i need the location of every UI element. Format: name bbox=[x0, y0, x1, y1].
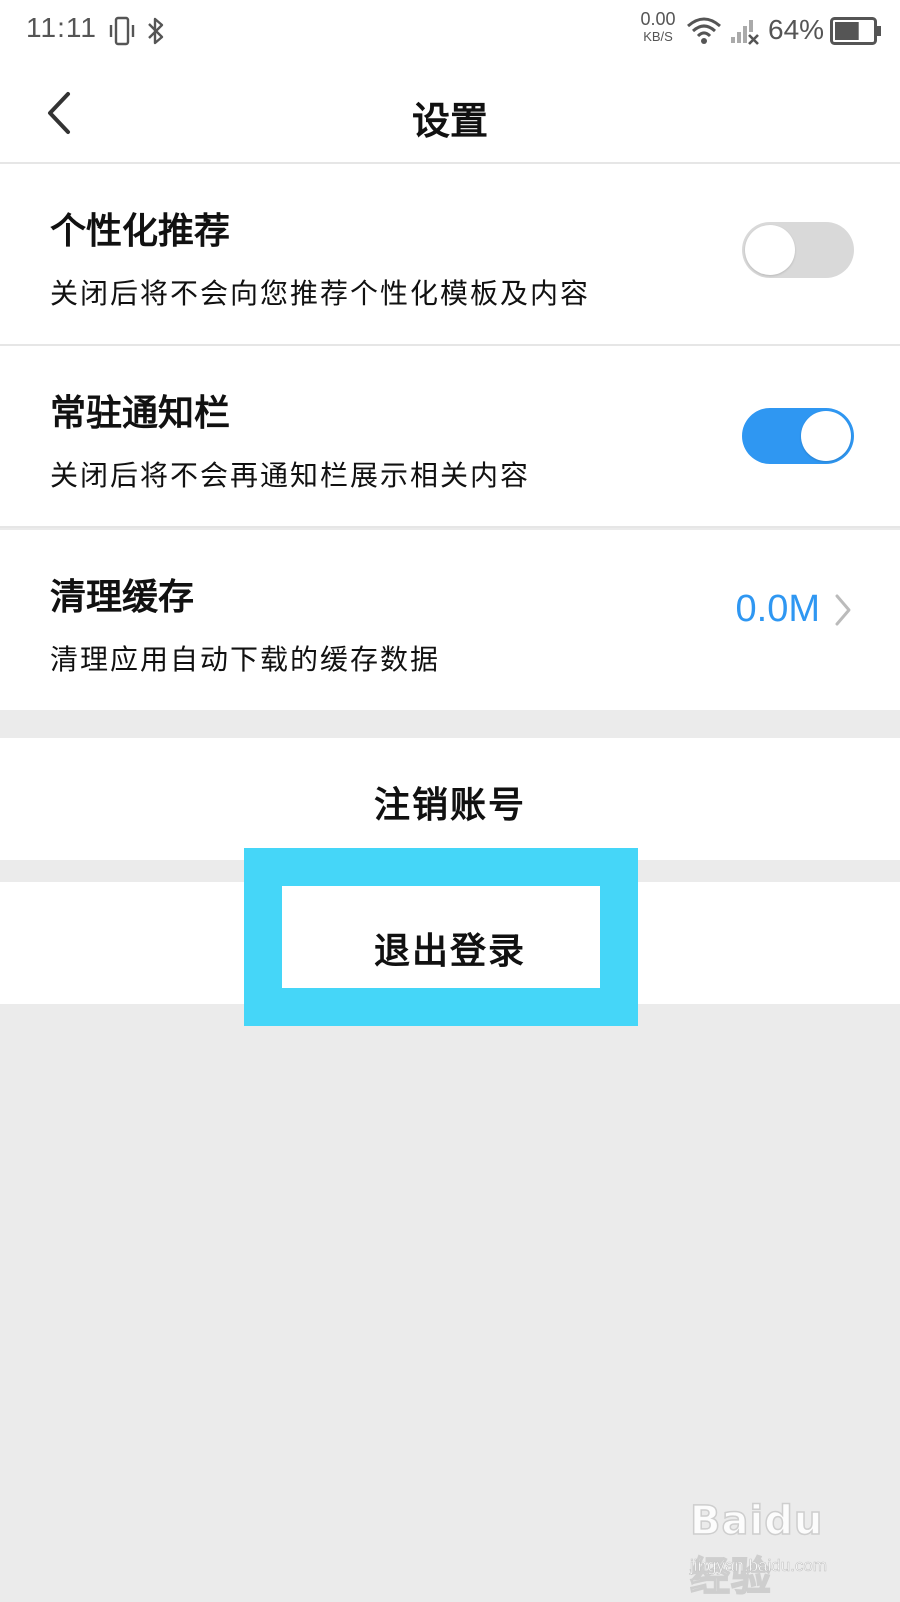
persistent-notification-toggle[interactable] bbox=[742, 408, 854, 464]
net-speed-unit: KB/S bbox=[643, 29, 673, 44]
watermark-url: jingyan.baidu.com bbox=[690, 1556, 828, 1576]
no-signal-icon bbox=[731, 20, 759, 45]
personalized-recommendation-toggle[interactable] bbox=[742, 222, 854, 278]
toggle-knob bbox=[745, 225, 795, 275]
bluetooth-icon bbox=[148, 17, 164, 45]
setting-title: 常驻通知栏 bbox=[50, 392, 231, 434]
setting-row-personalized-recommendation: 个性化推荐 关闭后将不会向您推荐个性化模板及内容 bbox=[0, 164, 900, 346]
setting-title: 个性化推荐 bbox=[50, 210, 231, 252]
battery-percent: 64% bbox=[768, 14, 825, 45]
deactivate-account-label: 注销账号 bbox=[373, 784, 526, 826]
watermark-logo: Baidu经验 bbox=[689, 1497, 824, 1601]
vibrate-icon bbox=[109, 16, 135, 46]
cache-size-value: 0.0M bbox=[735, 588, 820, 630]
setting-description: 清理应用自动下载的缓存数据 bbox=[50, 643, 441, 676]
setting-title: 清理缓存 bbox=[50, 576, 195, 618]
page-title: 设置 bbox=[411, 98, 488, 143]
logout-label: 退出登录 bbox=[373, 930, 526, 972]
status-time: 11:11 bbox=[26, 12, 97, 43]
chevron-right-icon bbox=[835, 594, 851, 626]
battery-icon bbox=[830, 17, 881, 45]
header: 设置 bbox=[0, 64, 900, 164]
net-speed: 0.00 KB/S bbox=[636, 10, 680, 43]
status-bar: 11:11 0.00 KB/S 64% bbox=[0, 0, 900, 64]
setting-row-clear-cache[interactable]: 清理缓存 清理应用自动下载的缓存数据 0.0M bbox=[0, 530, 900, 710]
setting-description: 关闭后将不会再通知栏展示相关内容 bbox=[50, 459, 531, 492]
baidu-watermark: Baidu经验 jingyan.baidu.com bbox=[689, 1497, 860, 1601]
toggle-knob bbox=[801, 411, 851, 461]
deactivate-account-button[interactable]: 注销账号 bbox=[0, 738, 900, 860]
logout-button[interactable]: 退出登录 bbox=[0, 882, 900, 1004]
setting-description: 关闭后将不会向您推荐个性化模板及内容 bbox=[50, 277, 591, 310]
setting-row-persistent-notification: 常驻通知栏 关闭后将不会再通知栏展示相关内容 bbox=[0, 346, 900, 528]
net-speed-value: 0.00 bbox=[640, 9, 676, 29]
wifi-icon bbox=[687, 17, 721, 44]
